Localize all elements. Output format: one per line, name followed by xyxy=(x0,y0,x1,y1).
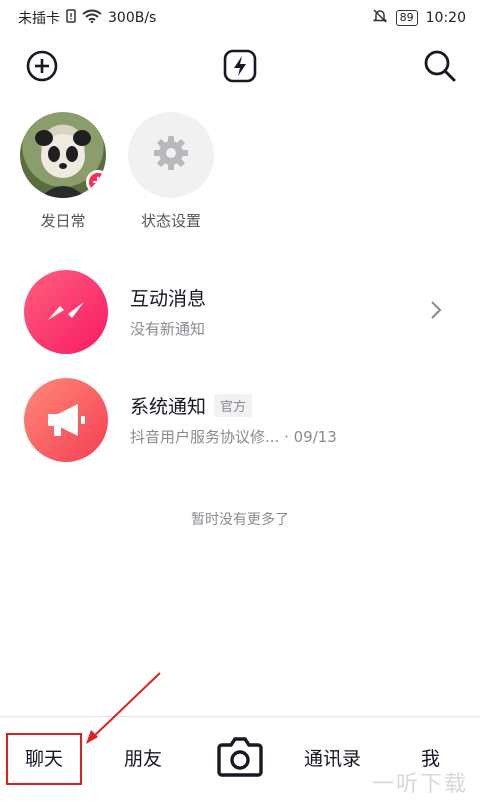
tab-chat[interactable]: 聊天 xyxy=(25,744,63,771)
top-toolbar xyxy=(0,44,480,90)
list-item-system-notice[interactable]: 系统通知 官方 抖音用户服务协议修... · 09/13 xyxy=(24,378,464,466)
tab-contacts[interactable]: 通讯录 xyxy=(304,744,361,771)
status-settings-button[interactable] xyxy=(128,112,214,198)
list-item-title: 互动消息 xyxy=(130,288,207,310)
list-item-title: 系统通知 xyxy=(130,396,207,418)
network-speed: 300B/s xyxy=(108,10,157,26)
battery-indicator: 89 xyxy=(395,10,418,26)
lightning-icon[interactable] xyxy=(218,44,262,88)
search-icon[interactable] xyxy=(418,44,462,88)
official-badge: 官方 xyxy=(214,394,253,417)
status-bar: 未插卡 300B/s 89 10:20 xyxy=(0,0,480,34)
carrier-label: 未插卡 xyxy=(18,11,60,27)
story-status-settings[interactable]: 状态设置 xyxy=(128,112,214,231)
gear-icon xyxy=(153,135,189,175)
watermark: 一听下载 xyxy=(371,772,468,797)
sim-alert-icon xyxy=(66,9,76,27)
chevron-right-icon xyxy=(430,300,442,324)
camera-button[interactable] xyxy=(216,736,264,782)
interaction-message-icon xyxy=(24,270,108,354)
wifi-icon xyxy=(82,9,102,27)
add-circle-icon[interactable] xyxy=(20,44,64,88)
list-item-subtitle: 抖音用户服务协议修... · 09/13 xyxy=(130,428,337,446)
list-item-interactions[interactable]: 互动消息 没有新通知 xyxy=(24,270,464,358)
add-badge-icon[interactable]: + xyxy=(86,170,106,194)
story-label: 状态设置 xyxy=(140,212,201,230)
clock: 10:20 xyxy=(425,10,466,26)
no-more-text: 暂时没有更多了 xyxy=(191,512,289,528)
mute-bell-icon xyxy=(372,8,388,28)
list-item-subtitle: 没有新通知 xyxy=(130,320,206,338)
story-post-daily[interactable]: + 发日常 xyxy=(20,112,106,231)
megaphone-icon xyxy=(24,378,108,462)
camera-icon xyxy=(216,735,264,783)
divider xyxy=(0,716,480,717)
story-label: 发日常 xyxy=(40,212,86,230)
avatar[interactable]: + xyxy=(20,112,106,198)
tab-friends[interactable]: 朋友 xyxy=(124,744,162,771)
